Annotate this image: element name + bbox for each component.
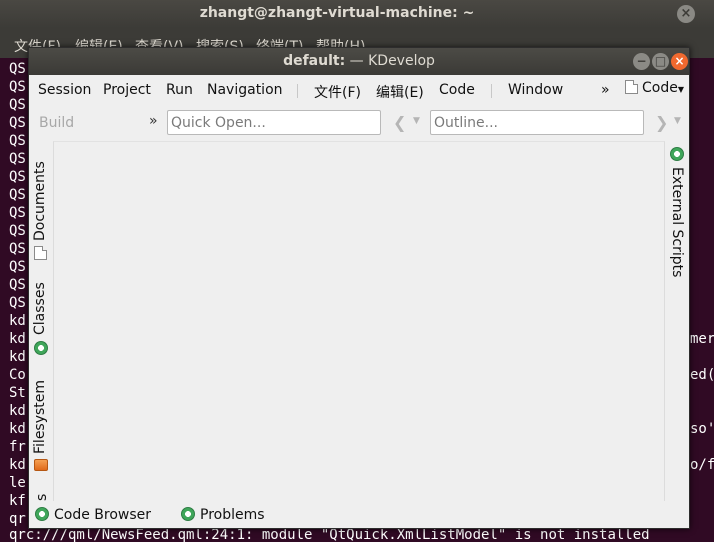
- main-toolbar: Build » ❮ ▼ ❯ ▼: [29, 105, 689, 141]
- terminal-line: QS: [9, 169, 26, 185]
- quick-open-input[interactable]: [168, 111, 380, 134]
- terminal-line: kf: [9, 493, 26, 509]
- code-area-dropdown[interactable]: Code▼: [625, 80, 684, 96]
- code-browser-icon: [35, 507, 49, 521]
- menubar-overflow-button[interactable]: »: [601, 82, 610, 98]
- terminal-line: QS: [9, 259, 26, 275]
- tab-filesystem-label: Filesystem: [32, 379, 48, 454]
- app-name: — KDevelop: [345, 53, 435, 69]
- terminal-line: QS: [9, 133, 26, 149]
- outline-input[interactable]: [431, 111, 643, 134]
- terminal-line: QS: [9, 97, 26, 113]
- code-area-label: Code: [642, 80, 678, 96]
- tab-external-scripts-label: External Scripts: [669, 167, 685, 278]
- minimize-button[interactable]: −: [633, 53, 650, 70]
- kdevelop-titlebar[interactable]: default: — KDevelop − □ ×: [29, 48, 689, 75]
- terminal-titlebar[interactable]: zhangt@zhangt-virtual-machine: ~ ×: [0, 0, 714, 28]
- menu-edit[interactable]: 编辑(E): [376, 82, 424, 102]
- tab-code-browser-label: Code Browser: [54, 507, 152, 523]
- terminal-line: kd: [9, 331, 26, 347]
- terminal-close-button[interactable]: ×: [677, 5, 695, 23]
- terminal-line: QS: [9, 295, 26, 311]
- tab-classes-label: Classes: [32, 282, 48, 335]
- terminal-line: QS: [9, 79, 26, 95]
- terminal-line: le: [9, 475, 26, 491]
- quick-open-field[interactable]: [167, 110, 381, 135]
- tab-partial[interactable]: s: [31, 487, 51, 501]
- tab-documents[interactable]: Documents: [31, 151, 51, 263]
- terminal-line: kd: [9, 421, 26, 437]
- terminal-fragment: so': [690, 421, 714, 437]
- terminal-line: QS: [9, 151, 26, 167]
- toolbar-overflow-button[interactable]: »: [149, 113, 158, 129]
- menu-code[interactable]: Code: [439, 82, 475, 98]
- window-title: default: — KDevelop: [29, 53, 689, 69]
- terminal-line: fr: [9, 439, 26, 455]
- document-icon: [34, 246, 47, 260]
- forward-arrow-icon[interactable]: ❯: [655, 113, 668, 132]
- tab-documents-label: Documents: [32, 161, 48, 241]
- close-button[interactable]: ×: [671, 53, 688, 70]
- tab-problems[interactable]: Problems: [181, 507, 265, 523]
- session-name: default:: [283, 53, 346, 69]
- menu-navigation[interactable]: Navigation: [207, 82, 283, 98]
- tab-filesystem[interactable]: Filesystem: [31, 369, 51, 477]
- menu-project[interactable]: Project: [103, 82, 151, 98]
- bottom-dock: Code Browser Problems: [29, 503, 689, 528]
- build-button[interactable]: Build: [39, 115, 74, 131]
- terminal-fragment: ed((: [690, 367, 714, 383]
- menu-run[interactable]: Run: [166, 82, 193, 98]
- tab-partial-label: s: [34, 493, 50, 501]
- chevron-down-icon: ▼: [677, 85, 684, 94]
- terminal-fragment: o/f: [690, 457, 714, 473]
- terminal-line: kd: [9, 403, 26, 419]
- forward-history-dropdown-icon[interactable]: ▼: [674, 116, 681, 126]
- terminal-line: St: [9, 385, 26, 401]
- terminal-line: Co: [9, 367, 26, 383]
- problems-icon: [181, 507, 195, 521]
- back-arrow-icon[interactable]: ❮: [393, 113, 406, 132]
- terminal-line: kd: [9, 457, 26, 473]
- terminal-line: QS: [9, 205, 26, 221]
- tab-code-browser[interactable]: Code Browser: [35, 507, 151, 523]
- menu-window[interactable]: Window: [508, 82, 563, 98]
- terminal-line: kd: [9, 349, 26, 365]
- tab-external-scripts[interactable]: External Scripts: [667, 147, 687, 278]
- menu-separator: [491, 84, 492, 98]
- terminal-line: QS: [9, 223, 26, 239]
- back-history-dropdown-icon[interactable]: ▼: [413, 116, 420, 126]
- tab-classes[interactable]: Classes: [31, 271, 51, 361]
- menu-separator: [297, 84, 298, 98]
- maximize-button[interactable]: □: [652, 53, 669, 70]
- editor-area[interactable]: [53, 141, 665, 501]
- menubar: Session Project Run Navigation 文件(F) 编辑(…: [29, 75, 689, 105]
- left-dock: Documents Classes Filesystem s: [29, 141, 53, 501]
- kdevelop-window: default: — KDevelop − □ × Session Projec…: [28, 47, 690, 529]
- terminal-fragment: mer: [690, 331, 714, 347]
- document-icon: [625, 80, 638, 94]
- menu-file[interactable]: 文件(F): [314, 82, 361, 102]
- terminal-title: zhangt@zhangt-virtual-machine: ~: [199, 5, 475, 21]
- terminal-line: QS: [9, 187, 26, 203]
- right-dock: External Scripts: [665, 141, 689, 501]
- terminal-line: kd: [9, 313, 26, 329]
- terminal-line: QS: [9, 115, 26, 131]
- tab-problems-label: Problems: [200, 507, 265, 523]
- folder-icon: [34, 459, 48, 471]
- terminal-line: QS: [9, 61, 26, 77]
- terminal-line: QS: [9, 277, 26, 293]
- classes-icon: [34, 341, 48, 355]
- outline-field[interactable]: [430, 110, 644, 135]
- scripts-icon: [670, 147, 684, 161]
- menu-session[interactable]: Session: [38, 82, 91, 98]
- terminal-line: QS: [9, 241, 26, 257]
